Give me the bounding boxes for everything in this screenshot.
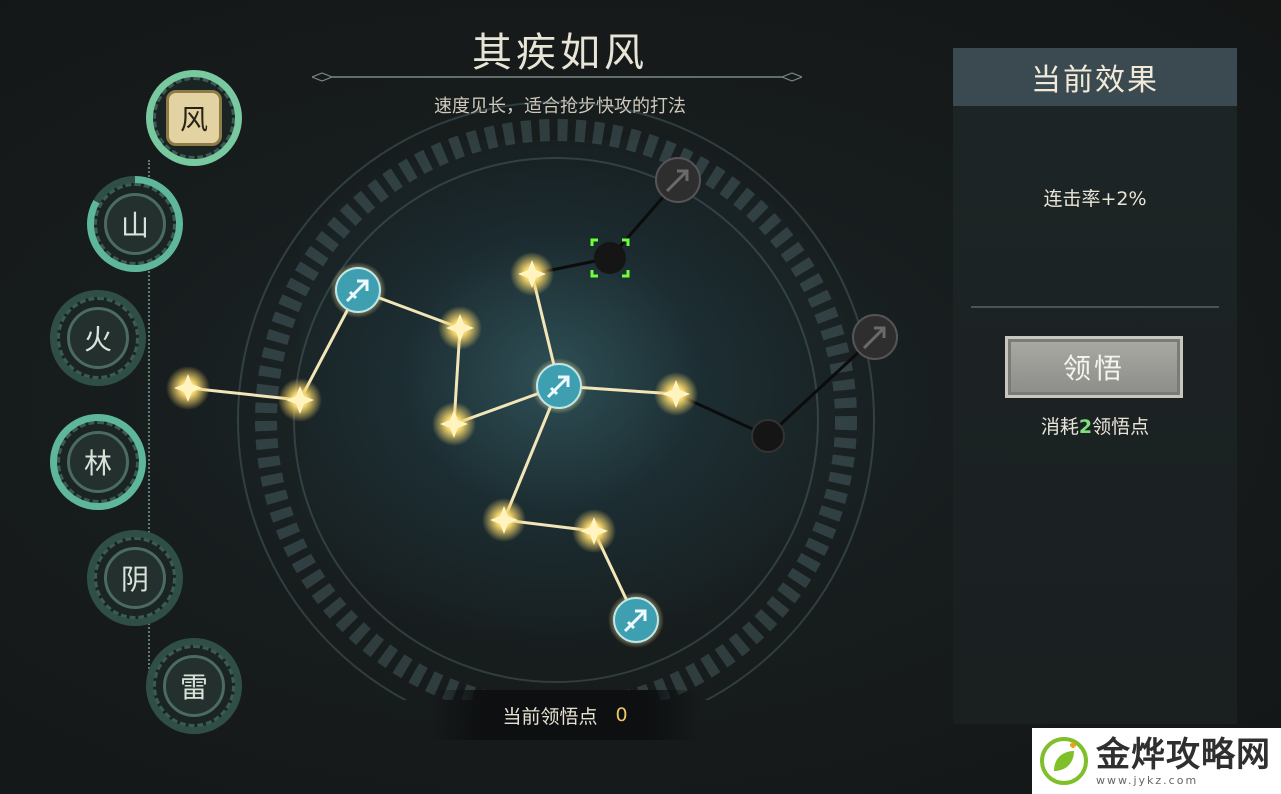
skill-node-arrow[interactable] — [608, 592, 664, 648]
skill-node-arrow[interactable] — [531, 358, 587, 414]
watermark-name: 金烨攻略网 — [1096, 734, 1271, 775]
category-feng[interactable]: 风 — [146, 70, 242, 166]
category-label: 林 — [67, 431, 129, 493]
locked-skill-node[interactable] — [655, 157, 701, 203]
category-label: 火 — [67, 307, 129, 369]
category-lin[interactable]: 林 — [50, 414, 146, 510]
category-lei[interactable]: 雷 — [146, 638, 242, 734]
locked-skill-node[interactable] — [852, 314, 898, 360]
category-shan[interactable]: 山 — [87, 176, 183, 272]
category-label: 山 — [104, 193, 166, 255]
star-node[interactable] — [572, 509, 616, 553]
star-node[interactable] — [278, 378, 322, 422]
star-node[interactable] — [654, 372, 698, 416]
category-yin[interactable]: 阴 — [87, 530, 183, 626]
effect-text: 连击率+2% — [1043, 188, 1147, 210]
category-huo[interactable]: 火 — [50, 290, 146, 386]
star-node[interactable] — [482, 498, 526, 542]
comprehend-button[interactable]: 领悟 — [1005, 336, 1183, 398]
category-label: 雷 — [163, 655, 225, 717]
points-value: 0 — [615, 704, 628, 726]
star-node[interactable] — [166, 366, 210, 410]
skill-node-arrow[interactable] — [330, 262, 386, 318]
panel-heading: 当前效果 — [953, 48, 1237, 106]
category-label: 风 — [166, 90, 222, 146]
points-bar: 当前领悟点 0 — [430, 690, 700, 740]
cost-prefix: 消耗 — [1040, 416, 1079, 438]
watermark-url: www.jykz.com — [1096, 773, 1199, 787]
cost-value: 2 — [1078, 416, 1093, 438]
panel-divider — [971, 306, 1219, 308]
points-label: 当前领悟点 — [502, 705, 598, 728]
locked-star-node[interactable] — [751, 419, 785, 453]
star-node[interactable] — [432, 402, 476, 446]
watermark: 金烨攻略网 www.jykz.com — [1032, 728, 1281, 794]
cost-text: 消耗2领悟点 — [953, 412, 1237, 439]
star-node[interactable] — [438, 306, 482, 350]
star-node[interactable] — [510, 252, 554, 296]
effect-panel: 当前效果 连击率+2% 领悟 消耗2领悟点 — [953, 48, 1237, 724]
watermark-logo-icon — [1040, 737, 1088, 785]
cost-suffix: 领悟点 — [1092, 416, 1150, 438]
category-label: 阴 — [104, 547, 166, 609]
